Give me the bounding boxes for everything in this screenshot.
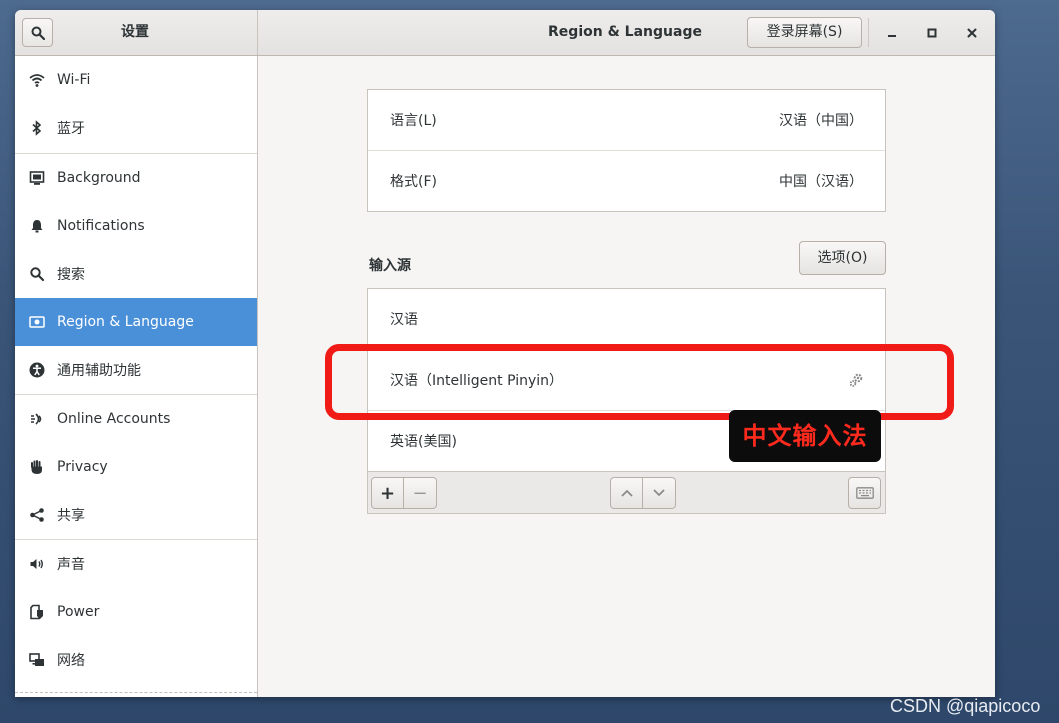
- window-controls-separator: [868, 18, 869, 47]
- formats-row[interactable]: 格式(F) 中国（汉语）: [368, 151, 885, 211]
- login-screen-button[interactable]: 登录屏幕(S): [747, 17, 862, 48]
- bell-icon: [29, 218, 45, 234]
- search-icon: [29, 266, 45, 282]
- language-row[interactable]: 语言(L) 汉语（中国）: [368, 90, 885, 150]
- minimize-icon: [888, 35, 896, 37]
- input-options-button[interactable]: 选项(O): [799, 241, 886, 275]
- sidebar: Wi-Fi 蓝牙 Background Notifications 搜索 Reg…: [15, 56, 258, 697]
- sidebar-item-label: Online Accounts: [57, 411, 171, 427]
- bluetooth-icon: [29, 120, 45, 136]
- speaker-icon: [29, 556, 45, 572]
- minimize-button[interactable]: [881, 22, 903, 44]
- sidebar-item-label: Wi-Fi: [57, 72, 91, 88]
- input-source-label: 汉语: [390, 312, 418, 328]
- sidebar-title: 设置: [121, 24, 149, 40]
- sidebar-item-power[interactable]: Power: [15, 588, 257, 636]
- sidebar-item-sound[interactable]: 声音: [15, 540, 257, 588]
- input-source-label: 英语(美国): [390, 434, 457, 450]
- sidebar-item-label: 共享: [57, 508, 85, 524]
- sidebar-item-label: 声音: [57, 557, 85, 573]
- minus-icon: −: [412, 482, 428, 504]
- wifi-icon: [29, 72, 45, 88]
- sidebar-item-bluetooth[interactable]: 蓝牙: [15, 104, 257, 152]
- header-bar: 设置 Region & Language 登录屏幕(S): [15, 10, 995, 56]
- plus-icon: +: [379, 482, 396, 504]
- sidebar-item-online-accounts[interactable]: Online Accounts: [15, 395, 257, 443]
- keyboard-layout-button[interactable]: [848, 477, 881, 509]
- share-icon: [29, 507, 45, 523]
- sidebar-item-background[interactable]: Background: [15, 154, 257, 202]
- sidebar-item-label: 通用辅助功能: [57, 363, 141, 379]
- sidebar-item-accessibility[interactable]: 通用辅助功能: [15, 346, 257, 394]
- network-icon: [29, 652, 45, 668]
- annotation-label: 中文输入法: [729, 410, 881, 462]
- sidebar-item-wifi[interactable]: Wi-Fi: [15, 56, 257, 104]
- region-flag-icon: [29, 314, 45, 330]
- sidebar-item-sharing[interactable]: 共享: [15, 491, 257, 539]
- sidebar-item-notifications[interactable]: Notifications: [15, 202, 257, 250]
- chevron-up-icon: [620, 489, 633, 497]
- annotation-highlight-box: [325, 344, 954, 420]
- maximize-button[interactable]: [921, 22, 943, 44]
- input-sources-title: 输入源: [369, 258, 411, 274]
- close-icon: [967, 28, 977, 38]
- power-icon: [29, 604, 45, 620]
- hand-icon: [29, 459, 45, 475]
- sidebar-item-label: 网络: [57, 653, 85, 669]
- add-input-source-button[interactable]: +: [371, 477, 404, 509]
- sidebar-item-region-language[interactable]: Region & Language: [15, 298, 257, 346]
- input-sources-toolbar: + −: [368, 471, 885, 513]
- sidebar-item-label: Privacy: [57, 459, 108, 475]
- sidebar-item-label: 搜索: [57, 267, 85, 283]
- search-icon: [31, 26, 45, 40]
- remove-input-source-button[interactable]: −: [404, 477, 437, 509]
- move-down-button[interactable]: [643, 477, 676, 509]
- panel-title: Region & Language: [548, 24, 702, 40]
- sidebar-item-label: Notifications: [57, 218, 145, 234]
- watermark: CSDN @qiapicoco: [890, 696, 1041, 716]
- sidebar-item-privacy[interactable]: Privacy: [15, 443, 257, 491]
- sidebar-item-search[interactable]: 搜索: [15, 250, 257, 298]
- close-button[interactable]: [961, 22, 983, 44]
- move-up-button[interactable]: [610, 477, 643, 509]
- language-value: 汉语（中国）: [779, 113, 863, 129]
- header-divider: [257, 10, 258, 55]
- maximize-icon: [927, 28, 937, 38]
- accessibility-icon: [29, 362, 45, 378]
- sidebar-item-label: Background: [57, 170, 141, 186]
- input-source-row[interactable]: 汉语: [368, 289, 885, 349]
- formats-value: 中国（汉语）: [779, 174, 863, 190]
- background-icon: [29, 170, 45, 186]
- language-format-frame: 语言(L) 汉语（中国） 格式(F) 中国（汉语）: [367, 89, 886, 212]
- sidebar-scroll-edge: [15, 692, 257, 693]
- online-accounts-icon: [29, 411, 45, 427]
- sidebar-item-label: 蓝牙: [57, 121, 85, 137]
- chevron-down-icon: [653, 489, 665, 497]
- language-label: 语言(L): [390, 113, 437, 129]
- formats-label: 格式(F): [390, 174, 437, 190]
- keyboard-icon: [855, 487, 874, 499]
- search-button[interactable]: [22, 18, 53, 47]
- sidebar-item-label: Power: [57, 604, 100, 620]
- sidebar-item-network[interactable]: 网络: [15, 636, 257, 684]
- sidebar-item-label: Region & Language: [57, 314, 194, 330]
